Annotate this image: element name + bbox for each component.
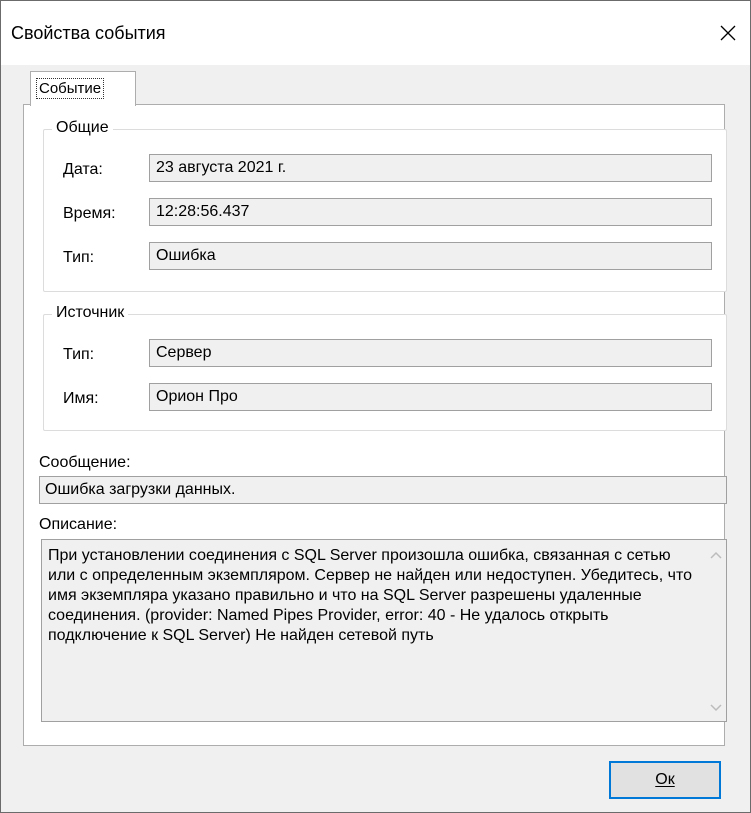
time-field[interactable]: 12:28:56.437 bbox=[149, 198, 712, 226]
tab-event-label: Событие bbox=[36, 78, 105, 99]
time-label: Время: bbox=[63, 205, 116, 222]
source-type-label: Тип: bbox=[63, 346, 95, 363]
close-icon bbox=[720, 25, 736, 41]
general-type-label: Тип: bbox=[63, 249, 95, 266]
ok-button[interactable]: Ок bbox=[609, 761, 721, 799]
message-label: Сообщение: bbox=[39, 454, 131, 471]
date-label: Дата: bbox=[63, 161, 103, 178]
source-group-legend: Источник bbox=[52, 304, 129, 322]
description-text: При установлении соединения с SQL Server… bbox=[48, 547, 693, 644]
close-button[interactable] bbox=[706, 1, 750, 65]
description-scrollbar[interactable] bbox=[706, 540, 726, 721]
message-field[interactable]: Ошибка загрузки данных. bbox=[39, 476, 727, 504]
source-type-field[interactable]: Сервер bbox=[149, 339, 712, 367]
tab-event[interactable]: Событие bbox=[30, 71, 136, 106]
general-type-field[interactable]: Ошибка bbox=[149, 242, 712, 270]
chevron-down-icon[interactable] bbox=[706, 697, 726, 717]
ok-button-label: Ок bbox=[655, 771, 675, 788]
event-properties-dialog: Свойства события Событие Общие Дата: 23 … bbox=[0, 0, 751, 813]
source-name-label: Имя: bbox=[63, 390, 99, 407]
description-label: Описание: bbox=[39, 516, 118, 533]
source-group: Источник bbox=[43, 304, 727, 431]
source-name-field[interactable]: Орион Про bbox=[149, 383, 712, 411]
description-textarea[interactable]: При установлении соединения с SQL Server… bbox=[41, 539, 727, 722]
date-field[interactable]: 23 августа 2021 г. bbox=[149, 154, 712, 182]
chevron-up-icon[interactable] bbox=[706, 546, 726, 566]
title-bar: Свойства события bbox=[1, 1, 750, 65]
general-group-legend: Общие bbox=[52, 119, 113, 137]
window-title: Свойства события bbox=[11, 23, 166, 43]
